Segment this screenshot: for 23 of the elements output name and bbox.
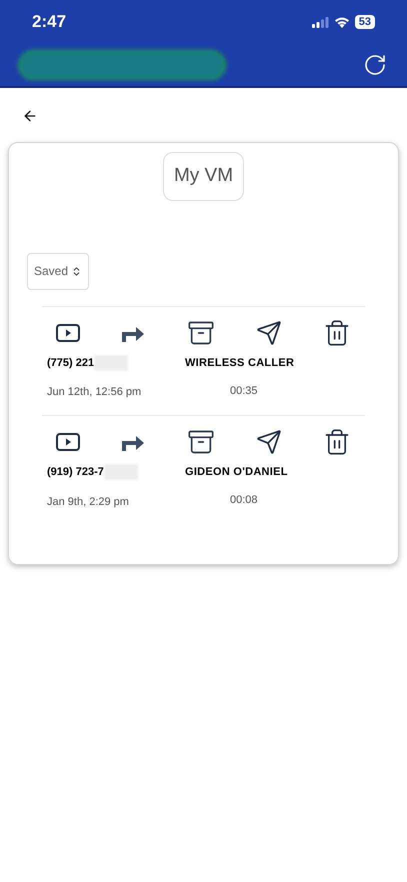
trash-icon[interactable]	[323, 428, 351, 456]
signal-icon	[312, 16, 329, 28]
voicemail-date: Jan 9th, 2:29 pm	[47, 496, 129, 508]
voicemail-duration: 00:35	[230, 384, 258, 399]
filter-select[interactable]: Saved	[27, 252, 90, 290]
status-time: 2:47	[32, 11, 66, 34]
play-icon[interactable]	[56, 433, 80, 451]
phone-number: (919) 723-7	[47, 465, 104, 480]
play-icon[interactable]	[56, 324, 80, 342]
voicemail-date: Jun 12th, 12:56 pm	[47, 386, 142, 398]
battery-indicator: 53	[354, 15, 375, 29]
archive-icon[interactable]	[186, 318, 214, 346]
page-title: My VM	[162, 152, 244, 200]
caller-name: GIDEON O'DANIEL	[185, 465, 288, 480]
phone-number: (775) 221	[47, 356, 94, 370]
trash-icon[interactable]	[323, 318, 351, 346]
voicemail-duration: 00:08	[230, 493, 258, 508]
archive-icon[interactable]	[186, 428, 214, 456]
caller-name: WIRELESS CALLER	[185, 356, 294, 370]
refresh-icon[interactable]	[363, 53, 387, 77]
send-icon[interactable]	[256, 429, 282, 455]
send-icon[interactable]	[256, 320, 282, 346]
wifi-icon	[334, 16, 350, 28]
